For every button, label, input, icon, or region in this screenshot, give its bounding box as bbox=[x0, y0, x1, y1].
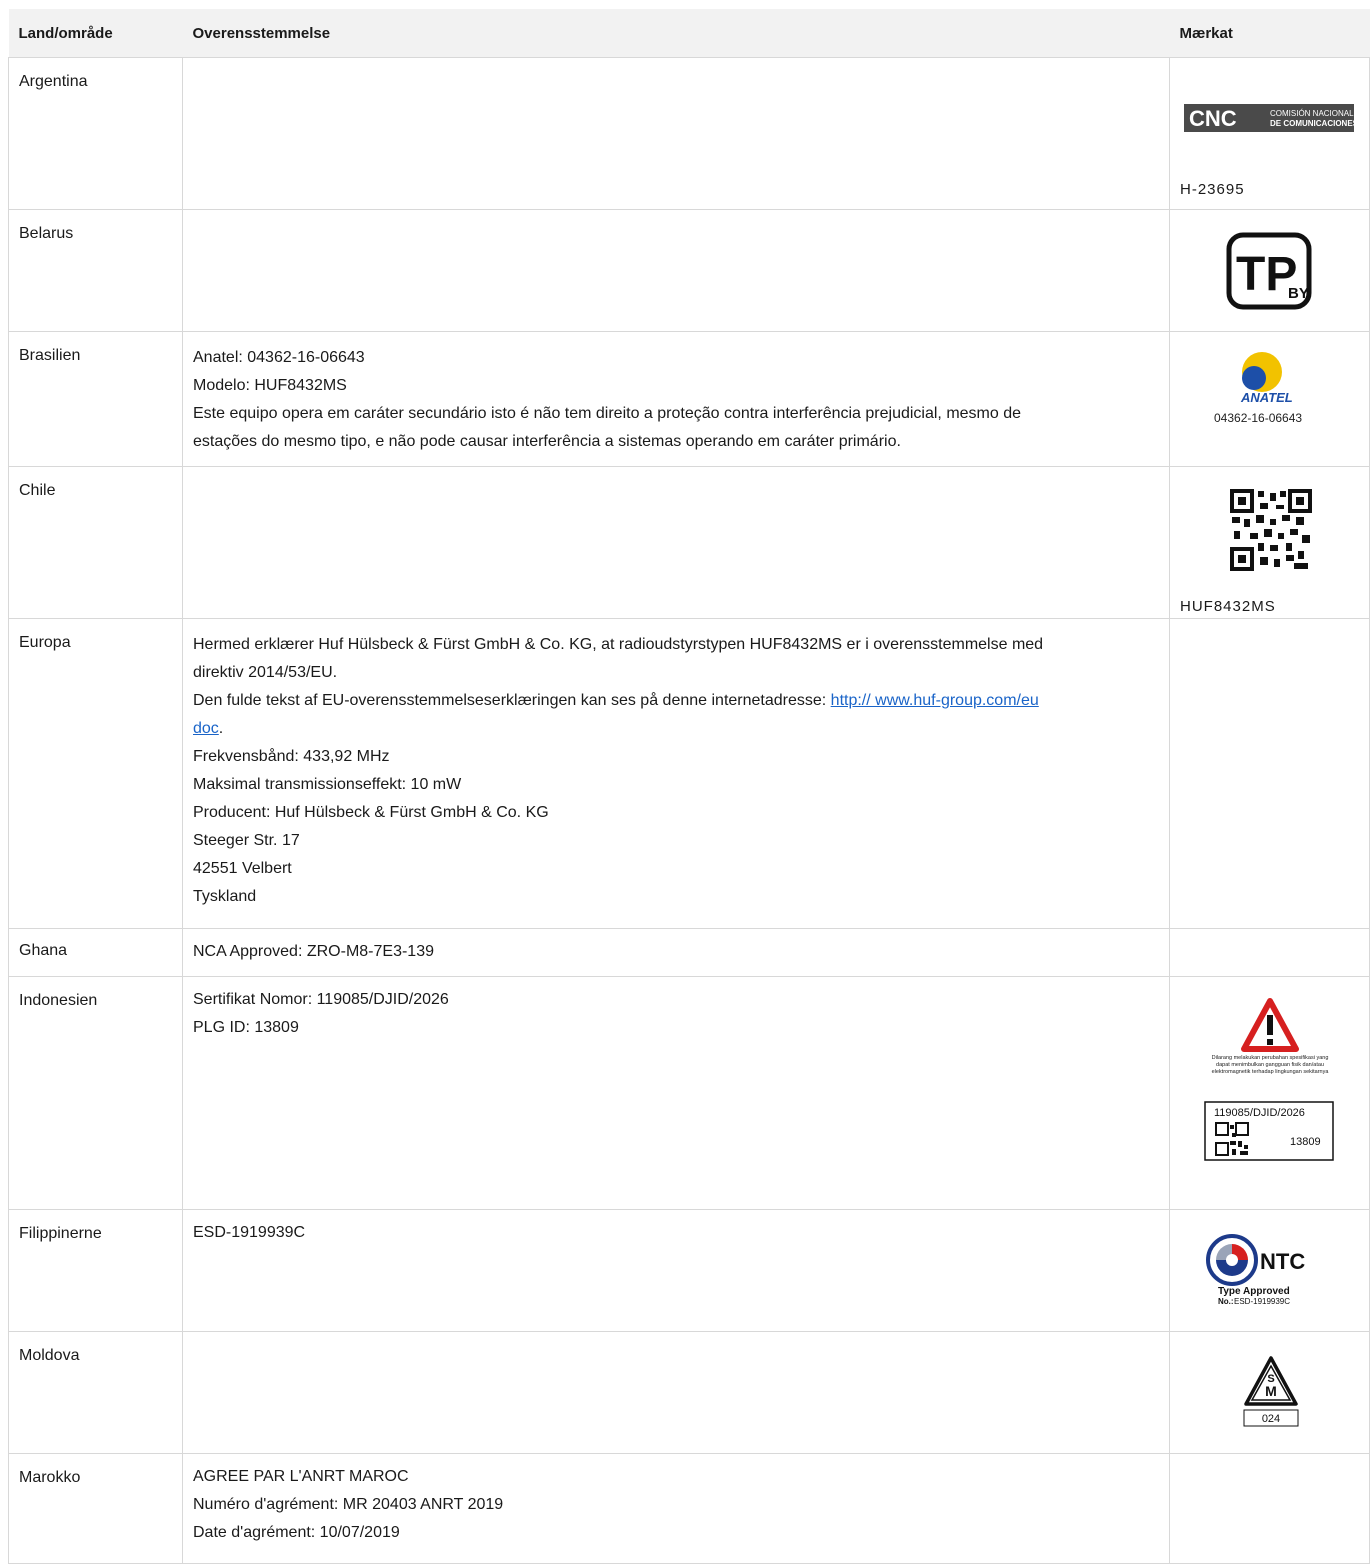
text-line: Numéro d'agrément: MR 20403 ANRT 2019 bbox=[193, 1496, 504, 1513]
svg-text:NTC: NTC bbox=[1260, 1249, 1305, 1274]
svg-text:13809: 13809 bbox=[1290, 1136, 1321, 1148]
table-row: Filippinerne ESD-1919939C NTC Type Appro… bbox=[8, 1209, 1370, 1332]
sdppi-certificate-label: 119085/DJID/2026 13809 bbox=[1204, 1101, 1334, 1161]
eu-doc-link[interactable]: http:// www.huf-group.com/eu bbox=[831, 692, 1039, 709]
table-row: Indonesien Sertifikat Nomor: 119085/DJID… bbox=[8, 976, 1370, 1210]
svg-text:BY: BY bbox=[1288, 285, 1309, 302]
table-header-row: Land/område Overensstemmelse Mærkat bbox=[8, 9, 1370, 58]
text-line: 42551 Velbert bbox=[193, 860, 292, 877]
text-line: Modelo: HUF8432MS bbox=[193, 377, 347, 394]
text-line: Date d'agrément: 10/07/2019 bbox=[193, 1524, 400, 1541]
compliance-table: Land/område Overensstemmelse Mærkat Arge… bbox=[8, 9, 1370, 1564]
mark-cell: ANATEL 04362-16-06643 bbox=[1169, 331, 1370, 467]
svg-text:Type Approved: Type Approved bbox=[1218, 1286, 1290, 1297]
cnc-logo: CNC COMISIÓN NACIONAL DE COMUNICACIONES bbox=[1184, 104, 1354, 132]
mark-cell: CNC COMISIÓN NACIONAL DE COMUNICACIONES … bbox=[1169, 57, 1370, 210]
country-cell: Marokko bbox=[8, 1453, 183, 1564]
svg-text:DE COMUNICACIONES: DE COMUNICACIONES bbox=[1270, 119, 1354, 128]
text-line: doc. bbox=[193, 715, 1159, 743]
svg-text:No.:: No.: bbox=[1218, 1297, 1234, 1306]
text-line: Frekvensbånd: 433,92 MHz bbox=[193, 748, 390, 765]
country-cell: Brasilien bbox=[8, 331, 183, 467]
header-compliance: Overensstemmelse bbox=[182, 9, 1170, 58]
country-cell: Filippinerne bbox=[8, 1209, 183, 1332]
text-line: Tyskland bbox=[193, 888, 257, 905]
mark-cell: Dilarang melakukan perubahan spesifikasi… bbox=[1169, 976, 1370, 1210]
mark-cell: HUF8432MS bbox=[1169, 466, 1370, 619]
link-prefix: Den fulde tekst af EU-overensstemmelsese… bbox=[193, 692, 831, 709]
table-row: Chile HUF8432MS bbox=[8, 466, 1370, 619]
compliance-cell bbox=[182, 57, 1170, 210]
svg-text:elektromagnetik terhadap lingk: elektromagnetik terhadap lingkungan seki… bbox=[1212, 1069, 1330, 1075]
compliance-cell bbox=[182, 1331, 1170, 1454]
country-cell: Moldova bbox=[8, 1331, 183, 1454]
mark-code: H-23695 bbox=[1180, 181, 1245, 198]
country-cell: Belarus bbox=[8, 209, 183, 332]
compliance-cell: NCA Approved: ZRO-M8-7E3-139 bbox=[182, 928, 1170, 977]
country-cell: Indonesien bbox=[8, 976, 183, 1210]
warning-icon: Dilarang melakukan perubahan spesifikasi… bbox=[1212, 998, 1330, 1075]
table-row: Argentina CNC COMISIÓN NACIONAL DE COMUN… bbox=[8, 57, 1370, 210]
country-cell: Argentina bbox=[8, 57, 183, 210]
svg-text:ANATEL: ANATEL bbox=[1240, 390, 1293, 405]
table-row: Ghana NCA Approved: ZRO-M8-7E3-139 bbox=[8, 928, 1370, 977]
sm-conformity-logo: S M 024 bbox=[1243, 1356, 1299, 1427]
link-suffix: . bbox=[218, 720, 224, 737]
text-line: Den fulde tekst af EU-overensstemmelsese… bbox=[193, 687, 1159, 715]
mark-cell bbox=[1169, 1453, 1370, 1564]
svg-text:119085/DJID/2026: 119085/DJID/2026 bbox=[1214, 1107, 1305, 1119]
compliance-cell: AGREE PAR L'ANRT MAROC Numéro d'agrément… bbox=[182, 1453, 1170, 1564]
compliance-cell bbox=[182, 209, 1170, 332]
text-line: Maksimal transmissionseffekt: 10 mW bbox=[193, 776, 462, 793]
text-line: ESD-1919939C bbox=[193, 1224, 306, 1241]
text-line: Este equipo opera em caráter secundário … bbox=[193, 405, 1022, 422]
ntc-logo: NTC Type Approved No.: ESD-1919939C bbox=[1206, 1234, 1305, 1306]
text-line: AGREE PAR L'ANRT MAROC bbox=[193, 1468, 409, 1485]
svg-text:M: M bbox=[1265, 1383, 1277, 1399]
tp-by-logo: TP BY bbox=[1226, 232, 1312, 310]
text-line: direktiv 2014/53/EU. bbox=[193, 664, 338, 681]
country-cell: Ghana bbox=[8, 928, 183, 977]
svg-text:COMISIÓN NACIONAL: COMISIÓN NACIONAL bbox=[1270, 109, 1354, 118]
eu-doc-link-continued[interactable]: doc bbox=[193, 720, 219, 737]
anatel-logo: ANATEL 04362-16-06643 bbox=[1214, 352, 1302, 425]
compliance-cell: ESD-1919939C bbox=[182, 1209, 1170, 1332]
mark-code: HUF8432MS bbox=[1180, 598, 1276, 615]
qr-code-icon bbox=[1230, 489, 1312, 571]
text-line: Producent: Huf Hülsbeck & Fürst GmbH & C… bbox=[193, 804, 549, 821]
country-cell: Europa bbox=[8, 618, 183, 929]
compliance-cell bbox=[182, 466, 1170, 619]
text-line: Hermed erklærer Huf Hülsbeck & Fürst Gmb… bbox=[193, 636, 1044, 653]
mark-cell bbox=[1169, 928, 1370, 977]
mark-cell: S M 024 bbox=[1169, 1331, 1370, 1454]
table-row: Belarus TP BY bbox=[8, 209, 1370, 332]
text-line: Anatel: 04362-16-06643 bbox=[193, 349, 365, 366]
svg-text:CNC: CNC bbox=[1189, 106, 1237, 131]
svg-text:Dilarang melakukan perubahan s: Dilarang melakukan perubahan spesifikasi… bbox=[1212, 1055, 1329, 1061]
table-row: Marokko AGREE PAR L'ANRT MAROC Numéro d'… bbox=[8, 1453, 1370, 1564]
svg-text:dapat menimbulkan gangguan fis: dapat menimbulkan gangguan fisik dan/ata… bbox=[1216, 1062, 1324, 1068]
mark-cell: NTC Type Approved No.: ESD-1919939C bbox=[1169, 1209, 1370, 1332]
compliance-cell: Anatel: 04362-16-06643 Modelo: HUF8432MS… bbox=[182, 331, 1170, 467]
header-mark: Mærkat bbox=[1169, 9, 1370, 58]
text-line: PLG ID: 13809 bbox=[193, 1019, 299, 1036]
svg-text:ESD-1919939C: ESD-1919939C bbox=[1234, 1297, 1290, 1306]
svg-text:024: 024 bbox=[1262, 1413, 1280, 1425]
country-cell: Chile bbox=[8, 466, 183, 619]
svg-text:04362-16-06643: 04362-16-06643 bbox=[1214, 411, 1302, 425]
text-line: Steeger Str. 17 bbox=[193, 832, 300, 849]
table-row: Europa Hermed erklærer Huf Hülsbeck & Fü… bbox=[8, 618, 1370, 929]
mark-cell: TP BY bbox=[1169, 209, 1370, 332]
header-country: Land/område bbox=[8, 9, 183, 58]
text-line: Sertifikat Nomor: 119085/DJID/2026 bbox=[193, 991, 449, 1008]
text-line: estações do mesmo tipo, e não pode causa… bbox=[193, 433, 901, 450]
text-line: NCA Approved: ZRO-M8-7E3-139 bbox=[193, 943, 434, 960]
compliance-cell: Hermed erklærer Huf Hülsbeck & Fürst Gmb… bbox=[182, 618, 1170, 929]
table-row: Brasilien Anatel: 04362-16-06643 Modelo:… bbox=[8, 331, 1370, 467]
compliance-cell: Sertifikat Nomor: 119085/DJID/2026 PLG I… bbox=[182, 976, 1170, 1210]
mark-cell bbox=[1169, 618, 1370, 929]
table-row: Moldova S M 024 bbox=[8, 1331, 1370, 1454]
